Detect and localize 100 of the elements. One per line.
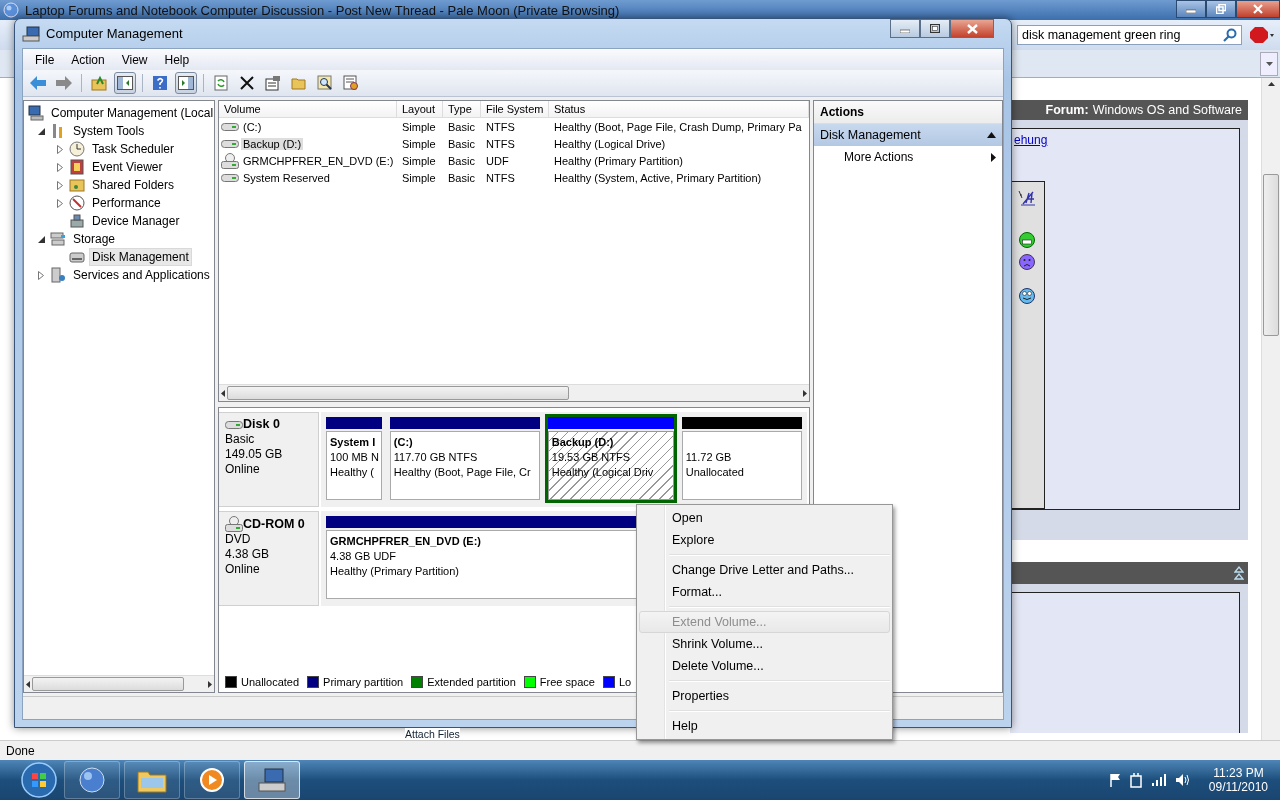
action-section[interactable]: Disk Management — [814, 124, 1002, 146]
menu-item[interactable]: Action — [63, 50, 114, 69]
menu-item[interactable]: Delete Volume... — [639, 655, 890, 677]
table-cell[interactable]: Backup (D:) — [241, 137, 304, 150]
taskbar-button[interactable] — [64, 761, 120, 799]
tree-item[interactable]: System Tools — [70, 122, 148, 140]
computer-management-icon — [257, 767, 287, 793]
forward-icon[interactable] — [56, 76, 72, 90]
restore-button[interactable] — [1206, 0, 1236, 18]
partition[interactable]: Backup (D:) 19.53 GB NTFS Healthy (Logical Driv — [544, 414, 677, 503]
stop-sign-icon[interactable] — [1250, 26, 1274, 44]
legend-label: Free space — [539, 676, 595, 688]
minimize-button[interactable] — [1176, 0, 1206, 18]
menu-item[interactable]: Shrink Volume... — [639, 633, 890, 655]
taskbar-button[interactable] — [184, 761, 240, 799]
disk-name[interactable]: Disk 0 — [225, 417, 312, 432]
console-tree-toggle[interactable] — [114, 72, 136, 94]
table-cell[interactable]: (C:) — [241, 120, 264, 133]
menu-item[interactable]: View — [113, 50, 157, 69]
collapsed-arrow-icon[interactable] — [57, 144, 63, 154]
taskbar-button[interactable] — [244, 761, 300, 799]
maximize-button[interactable] — [920, 19, 950, 38]
rolling-eyes-icon[interactable] — [1019, 288, 1035, 304]
table-cell[interactable]: System Reserved — [241, 171, 332, 184]
table-cell-text: Simple — [401, 136, 437, 152]
signal-icon[interactable] — [1150, 773, 1167, 787]
close-button[interactable] — [950, 19, 994, 38]
menu-item[interactable]: Properties — [639, 685, 890, 707]
collapsed-arrow-icon[interactable] — [38, 270, 44, 280]
globe-icon — [78, 766, 106, 794]
disk-name[interactable]: CD-ROM 0 — [225, 516, 312, 532]
table-cell-text: Healthy (Primary Partition) — [553, 153, 684, 169]
submenu-arrow-icon — [991, 152, 996, 162]
expanded-arrow-icon[interactable] — [37, 235, 45, 243]
table-cell-text: NTFS — [485, 119, 516, 135]
horizontal-scrollbar[interactable] — [219, 384, 809, 401]
grin-icon[interactable] — [1019, 232, 1035, 248]
font-size-icon[interactable] — [1018, 190, 1036, 206]
user-link[interactable]: ehung — [1010, 129, 1239, 147]
tab-list-button[interactable] — [1260, 51, 1278, 76]
flag-icon[interactable] — [1108, 773, 1121, 787]
settings-icon[interactable] — [343, 75, 359, 91]
collapse-arrow-icon[interactable] — [987, 132, 996, 138]
horizontal-scrollbar[interactable] — [24, 675, 214, 692]
scroll-right-icon — [803, 389, 807, 397]
expanded-arrow-icon[interactable] — [37, 127, 45, 135]
action-item[interactable]: More Actions — [814, 146, 1002, 168]
delete-icon[interactable] — [239, 75, 255, 91]
menu-item[interactable]: Help — [639, 715, 890, 737]
legend-label: Extended partition — [427, 676, 516, 688]
table-cell[interactable]: GRMCHPFRER_EN_DVD (E:) — [241, 154, 396, 167]
back-icon[interactable] — [30, 76, 46, 90]
minimize-button[interactable] — [890, 19, 920, 38]
search-field[interactable]: disk management green ring — [1017, 25, 1242, 45]
tree-item[interactable]: Performance — [89, 194, 164, 212]
collapsed-arrow-icon[interactable] — [57, 180, 63, 190]
menu-item[interactable]: Help — [156, 50, 199, 69]
action-pane-toggle[interactable] — [175, 72, 197, 94]
tree-item[interactable]: Event Viewer — [89, 158, 166, 176]
scroll-thumb[interactable] — [1263, 174, 1279, 336]
table-cell-text: Simple — [401, 153, 437, 169]
tree-item[interactable]: Storage — [70, 230, 119, 248]
help-icon[interactable] — [152, 75, 168, 91]
magnifier-icon[interactable] — [317, 75, 333, 91]
column-header[interactable]: Status — [549, 101, 809, 118]
collapsed-arrow-icon[interactable] — [57, 198, 63, 208]
power-icon[interactable] — [1128, 772, 1143, 788]
speaker-icon[interactable] — [1174, 773, 1191, 787]
tree-item[interactable]: Task Scheduler — [89, 140, 178, 158]
scroll-up-icon — [1267, 82, 1275, 86]
clock[interactable]: 11:23 PM 09/11/2010 — [1208, 766, 1268, 794]
table-cell-text: Basic — [447, 119, 476, 135]
column-header[interactable]: Volume — [219, 101, 397, 118]
disk-state: Online — [225, 562, 261, 577]
table-cell-text: Simple — [401, 170, 437, 186]
column-header[interactable]: Layout — [397, 101, 443, 118]
tree-item[interactable]: Computer Management (Local — [48, 104, 217, 122]
refresh-icon[interactable] — [213, 75, 229, 91]
tree-item[interactable]: Shared Folders — [89, 176, 178, 194]
start-button[interactable] — [20, 761, 58, 799]
collapsed-arrow-icon[interactable] — [57, 162, 63, 172]
scroll-thumb[interactable] — [227, 386, 569, 400]
vertical-scrollbar[interactable] — [1261, 78, 1280, 740]
tree-item[interactable]: Services and Applications — [70, 266, 213, 284]
properties-icon[interactable] — [265, 75, 281, 91]
computer-management-icon — [22, 25, 40, 42]
table-cell-text: Simple — [401, 119, 437, 135]
menu-item[interactable]: File — [27, 50, 64, 69]
up-folder-icon[interactable] — [91, 75, 107, 91]
drive-icon — [221, 121, 239, 132]
sad-face-icon[interactable] — [1019, 254, 1035, 270]
column-header[interactable]: Type — [443, 101, 481, 118]
tree-item[interactable]: Disk Management — [89, 248, 192, 266]
close-button[interactable] — [1236, 0, 1280, 18]
scroll-thumb[interactable] — [32, 677, 184, 691]
scroll-left-icon — [221, 389, 225, 397]
tree-item[interactable]: Device Manager — [89, 212, 183, 230]
collapse-icon[interactable] — [1234, 566, 1244, 580]
column-header[interactable]: File System — [481, 101, 549, 118]
taskbar-button[interactable] — [124, 761, 180, 799]
